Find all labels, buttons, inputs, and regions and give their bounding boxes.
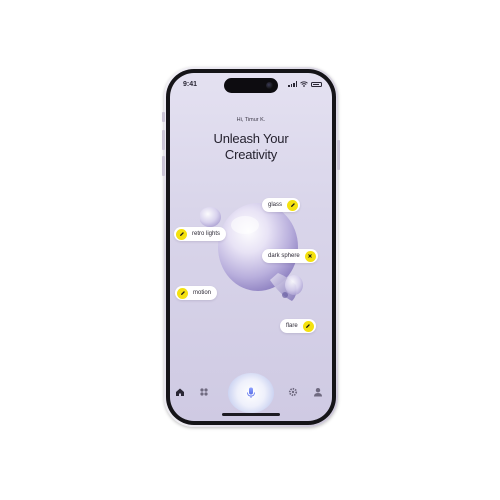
status-icons bbox=[288, 81, 322, 87]
tag-chip-dark-sphere[interactable]: dark sphere bbox=[262, 249, 318, 263]
app-screen: 9:41 Hi, Timur K. Unleash Your Creativit… bbox=[170, 73, 332, 421]
pencil-icon[interactable] bbox=[176, 228, 187, 240]
action-button bbox=[162, 112, 165, 122]
tag-label: flare bbox=[286, 323, 298, 329]
status-bar: 9:41 bbox=[170, 73, 332, 97]
tag-chip-retro-lights[interactable]: retro lights bbox=[174, 227, 227, 241]
greeting-text: Hi, Timur K. bbox=[236, 117, 266, 123]
pencil-icon[interactable] bbox=[302, 320, 314, 332]
profile-icon[interactable] bbox=[313, 387, 323, 397]
home-icon[interactable] bbox=[175, 387, 185, 397]
wifi-icon bbox=[300, 81, 308, 87]
pencil-icon[interactable] bbox=[287, 199, 299, 211]
tag-chip-flare[interactable]: flare bbox=[280, 319, 316, 333]
pencil-icon[interactable] bbox=[177, 287, 188, 299]
tag-label: retro lights bbox=[192, 231, 221, 237]
status-time: 9:41 bbox=[183, 81, 198, 88]
dynamic-island bbox=[224, 78, 278, 93]
title-line-2: Creativity bbox=[224, 147, 278, 162]
grid-icon[interactable] bbox=[199, 387, 209, 397]
page-title: Unleash Your Creativity bbox=[170, 131, 332, 163]
bottom-nav bbox=[170, 373, 332, 413]
volume-down-button bbox=[162, 156, 165, 176]
battery-icon bbox=[311, 81, 322, 87]
signal-icon bbox=[288, 81, 297, 87]
microphone-icon bbox=[247, 387, 255, 398]
tag-label: glass bbox=[268, 202, 283, 208]
camera-icon bbox=[266, 82, 273, 89]
power-button bbox=[337, 140, 340, 170]
home-indicator[interactable] bbox=[222, 413, 280, 416]
tag-label: motion bbox=[193, 290, 212, 296]
tag-chip-glass[interactable]: glass bbox=[262, 198, 301, 212]
title-line-1: Unleash Your bbox=[213, 131, 289, 146]
close-icon[interactable] bbox=[304, 250, 316, 262]
voice-input-button[interactable] bbox=[228, 373, 274, 413]
gear-icon[interactable] bbox=[288, 387, 298, 397]
tag-chip-motion[interactable]: motion bbox=[175, 286, 218, 300]
volume-up-button bbox=[162, 130, 165, 150]
tag-label: dark sphere bbox=[268, 253, 300, 259]
